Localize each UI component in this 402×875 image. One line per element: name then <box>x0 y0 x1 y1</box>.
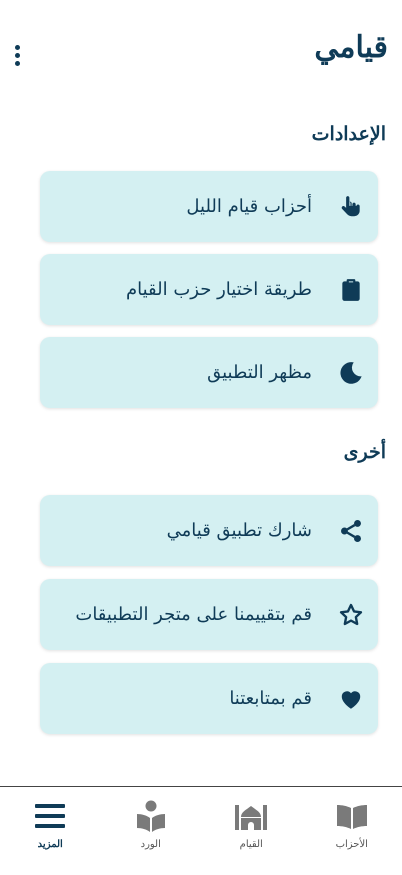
nav-tab-qiyam[interactable]: القيام <box>201 787 302 875</box>
heart-icon <box>338 686 364 712</box>
menu-icon <box>33 799 67 833</box>
more-vertical-icon-dot <box>15 53 20 58</box>
reader-icon <box>134 799 168 833</box>
settings-item-label: مظهر التطبيق <box>207 362 312 383</box>
more-vertical-icon-dot <box>15 61 20 66</box>
nav-tab-label: المزيد <box>38 839 63 850</box>
other-item-label: قم بمتابعتنا <box>229 688 312 709</box>
nav-tab-label: الورد <box>141 839 161 850</box>
more-options-button[interactable] <box>8 40 26 70</box>
moon-icon <box>338 360 364 386</box>
more-vertical-icon <box>15 45 20 50</box>
nav-tab-more[interactable]: المزيد <box>0 787 101 875</box>
share-icon <box>338 518 364 544</box>
nav-tab-ahzab[interactable]: الأحزاب <box>302 787 402 875</box>
settings-item-app-appearance[interactable]: مظهر التطبيق <box>40 337 378 408</box>
bottom-navigation: المزيد الورد القيام الأحزاب <box>0 786 402 875</box>
other-item-label: شارك تطبيق قيامي <box>167 520 312 541</box>
section-title-other: أخرى <box>344 441 386 463</box>
nav-tab-label: الأحزاب <box>336 839 368 850</box>
hand-pointer-icon <box>338 194 364 220</box>
book-icon <box>335 799 369 833</box>
star-icon <box>338 602 364 628</box>
nav-tab-label: القيام <box>240 839 263 850</box>
settings-item-label: أحزاب قيام الليل <box>186 196 312 217</box>
settings-item-selection-method[interactable]: طريقة اختيار حزب القيام <box>40 254 378 325</box>
other-item-follow-us[interactable]: قم بمتابعتنا <box>40 663 378 734</box>
section-title-settings: الإعدادات <box>312 123 386 145</box>
clipboard-icon <box>338 277 364 303</box>
other-item-label: قم بتقييمنا على متجر التطبيقات <box>75 604 312 625</box>
other-item-share-app[interactable]: شارك تطبيق قيامي <box>40 495 378 566</box>
nav-tab-wird[interactable]: الورد <box>101 787 202 875</box>
app-title: قيامي <box>314 30 388 65</box>
settings-item-label: طريقة اختيار حزب القيام <box>126 279 312 300</box>
mosque-icon <box>234 799 268 833</box>
settings-item-night-prayer-parts[interactable]: أحزاب قيام الليل <box>40 171 378 242</box>
other-item-rate-app[interactable]: قم بتقييمنا على متجر التطبيقات <box>40 579 378 650</box>
